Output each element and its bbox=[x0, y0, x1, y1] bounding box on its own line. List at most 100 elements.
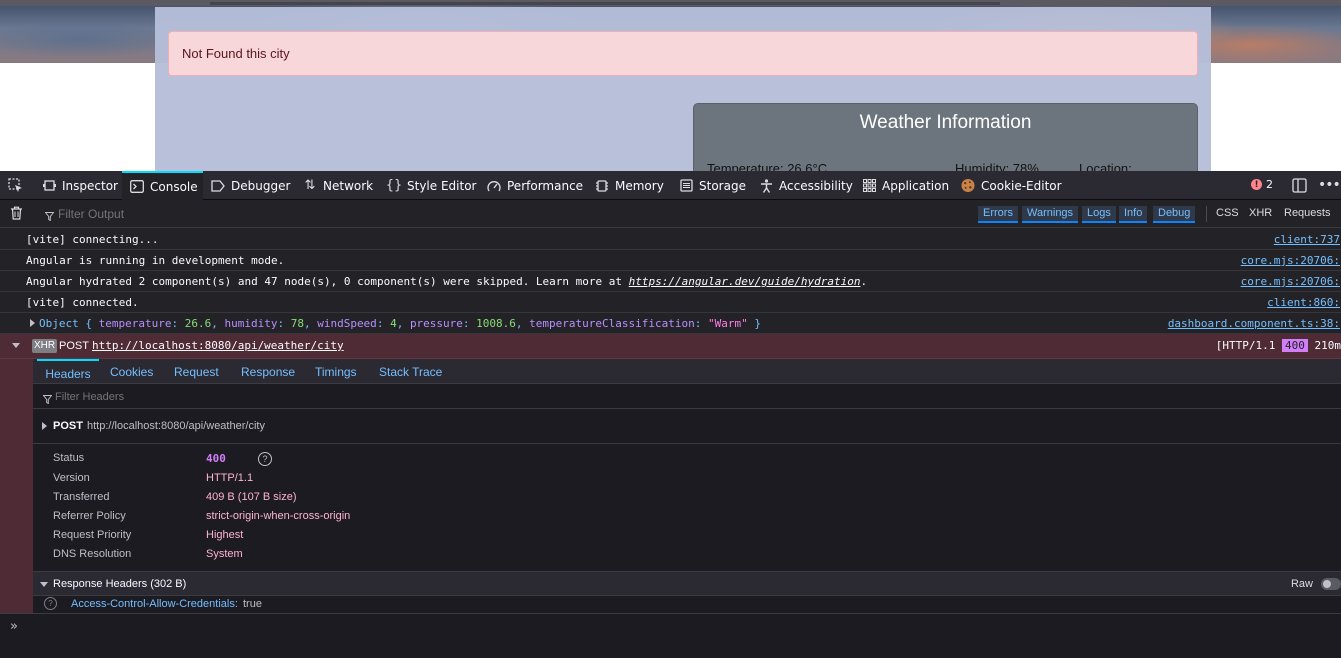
tab-label: Cookie-Editor bbox=[981, 178, 1062, 193]
location-text: Location: bbox=[1079, 161, 1132, 171]
dock-icon[interactable] bbox=[1292, 178, 1307, 193]
detail-value: HTTP/1.1 bbox=[206, 472, 254, 484]
tab-memory[interactable]: Memory bbox=[595, 171, 664, 200]
expand-arrow-icon[interactable] bbox=[30, 319, 35, 327]
braces-icon: {} bbox=[385, 178, 403, 193]
object-value: 4 bbox=[390, 317, 397, 330]
hydration-docs-link[interactable]: https://angular.dev/guide/hydration bbox=[629, 275, 861, 288]
chip-icon bbox=[595, 179, 609, 193]
collapse-arrow-icon[interactable] bbox=[40, 582, 48, 587]
devtools-toolbar: Inspector Console Debugger ⇅ Network {} … bbox=[0, 171, 1341, 200]
filter-headers-bar bbox=[33, 384, 1341, 409]
expand-arrow-icon[interactable] bbox=[42, 422, 47, 430]
detail-value: 400 bbox=[206, 452, 226, 465]
filter-info-button[interactable]: Info bbox=[1119, 206, 1148, 223]
detail-label: Status bbox=[53, 452, 85, 464]
more-options-icon[interactable]: ••• bbox=[1318, 177, 1341, 193]
debugger-icon bbox=[211, 179, 225, 193]
request-summary-row[interactable]: POST http://localhost:8080/api/weather/c… bbox=[33, 409, 1341, 444]
trash-icon[interactable] bbox=[10, 206, 23, 220]
xhr-url-link[interactable]: http://localhost:8080/api/weather/city bbox=[92, 339, 344, 352]
prompt-chevron-icon: » bbox=[10, 619, 18, 634]
subtab-response[interactable]: Response bbox=[241, 365, 295, 379]
tab-console[interactable]: Console bbox=[122, 171, 203, 200]
detail-label: Request Priority bbox=[53, 529, 132, 541]
console-filter-bar: Errors Warnings Logs Info Debug CSS XHR … bbox=[0, 200, 1341, 228]
collapse-arrow-icon[interactable] bbox=[12, 343, 20, 348]
console-object-message: Object { temperature: 26.6, humidity: 78… bbox=[0, 313, 1341, 334]
filter-logs-button[interactable]: Logs bbox=[1082, 206, 1116, 223]
humidity-text: Humidity: 78% bbox=[955, 161, 1039, 171]
console-icon bbox=[130, 180, 144, 194]
subtab-cookies[interactable]: Cookies bbox=[110, 365, 153, 379]
filter-errors-button[interactable]: Errors bbox=[978, 206, 1018, 223]
object-preview[interactable]: Object { temperature: 26.6, humidity: 78… bbox=[39, 317, 761, 330]
raw-toggle[interactable] bbox=[1321, 578, 1341, 590]
filter-css-button[interactable]: CSS bbox=[1216, 207, 1239, 219]
response-headers-title: Response Headers (302 B) bbox=[53, 578, 187, 590]
subtab-headers[interactable]: Headers bbox=[37, 359, 99, 384]
detail-value: 409 B (107 B size) bbox=[206, 491, 297, 503]
message-source-link[interactable]: client:860: bbox=[1267, 296, 1340, 309]
storage-icon bbox=[679, 179, 693, 193]
message-text-part: . bbox=[860, 275, 868, 288]
tab-label: Storage bbox=[699, 178, 746, 193]
xhr-method: POST bbox=[59, 340, 89, 352]
xhr-meta: [HTTP/1.1 400 210m bbox=[1216, 339, 1341, 352]
tab-application[interactable]: Application bbox=[862, 171, 949, 200]
console-message: Angular hydrated 2 component(s) and 47 n… bbox=[0, 271, 1341, 292]
filter-debug-button[interactable]: Debug bbox=[1153, 206, 1196, 223]
tab-label: Inspector bbox=[62, 178, 118, 193]
response-headers-toggle[interactable]: Response Headers (302 B) Raw bbox=[33, 571, 1341, 596]
tab-style-editor[interactable]: {} Style Editor bbox=[385, 171, 477, 200]
tab-cookie-editor[interactable]: Cookie-Editor bbox=[961, 171, 1062, 200]
tab-inspector[interactable]: Inspector bbox=[42, 171, 118, 200]
cookie-icon bbox=[961, 178, 975, 193]
detail-value: strict-origin-when-cross-origin bbox=[206, 510, 351, 522]
subtab-stack-trace[interactable]: Stack Trace bbox=[379, 365, 442, 379]
filter-warnings-button[interactable]: Warnings bbox=[1022, 206, 1079, 223]
message-text: [vite] connected. bbox=[26, 296, 139, 309]
filter-headers-input[interactable] bbox=[55, 389, 355, 405]
xhr-protocol: [HTTP/1.1 bbox=[1215, 339, 1276, 352]
object-key: pressure bbox=[409, 317, 463, 330]
object-value: "Warm" bbox=[708, 317, 748, 330]
inspector-icon bbox=[42, 179, 56, 193]
tab-label: Accessibility bbox=[779, 178, 853, 193]
scroll-strip bbox=[0, 0, 1341, 6]
filter-requests-button[interactable]: Requests bbox=[1284, 207, 1330, 219]
tab-network[interactable]: ⇅ Network bbox=[303, 171, 374, 200]
message-text: [vite] connecting... bbox=[26, 233, 159, 246]
error-count-badge[interactable]: ! 2 bbox=[1251, 178, 1273, 191]
subtab-timings[interactable]: Timings bbox=[315, 365, 357, 379]
gauge-icon bbox=[487, 179, 501, 193]
filter-xhr-button[interactable]: XHR bbox=[1249, 207, 1272, 219]
pick-element-icon[interactable] bbox=[8, 178, 23, 193]
tab-storage[interactable]: Storage bbox=[679, 171, 746, 200]
console-message: Angular is running in development mode. … bbox=[0, 250, 1341, 271]
message-source-link[interactable]: client:737 bbox=[1274, 233, 1340, 246]
detail-value: System bbox=[206, 548, 243, 560]
help-icon[interactable]: ? bbox=[44, 597, 57, 610]
xhr-request-row[interactable]: XHR POST http://localhost:8080/api/weath… bbox=[0, 334, 1341, 359]
request-method: POST bbox=[53, 420, 83, 432]
console-input[interactable]: » bbox=[0, 613, 1341, 658]
subtab-request[interactable]: Request bbox=[174, 365, 219, 379]
error-alert: Not Found this city bbox=[168, 31, 1198, 76]
message-text: Angular is running in development mode. bbox=[26, 254, 285, 267]
tab-debugger[interactable]: Debugger bbox=[211, 171, 290, 200]
xhr-badge: XHR bbox=[32, 339, 58, 353]
help-icon[interactable]: ? bbox=[258, 452, 272, 466]
message-source-link[interactable]: dashboard.component.ts:38: bbox=[1168, 317, 1340, 330]
message-source-link[interactable]: core.mjs:20706: bbox=[1241, 254, 1340, 267]
message-source-link[interactable]: core.mjs:20706: bbox=[1241, 275, 1340, 288]
accessibility-icon bbox=[759, 178, 773, 193]
tab-accessibility[interactable]: Accessibility bbox=[759, 171, 853, 200]
tab-performance[interactable]: Performance bbox=[487, 171, 583, 200]
tab-label: Debugger bbox=[231, 178, 291, 193]
header-value: true bbox=[243, 598, 262, 610]
network-subtabs: Headers Cookies Request Response Timings… bbox=[33, 359, 1341, 384]
filter-output-input[interactable] bbox=[44, 205, 344, 223]
detail-label: DNS Resolution bbox=[53, 548, 132, 560]
error-icon: ! bbox=[1251, 179, 1262, 190]
